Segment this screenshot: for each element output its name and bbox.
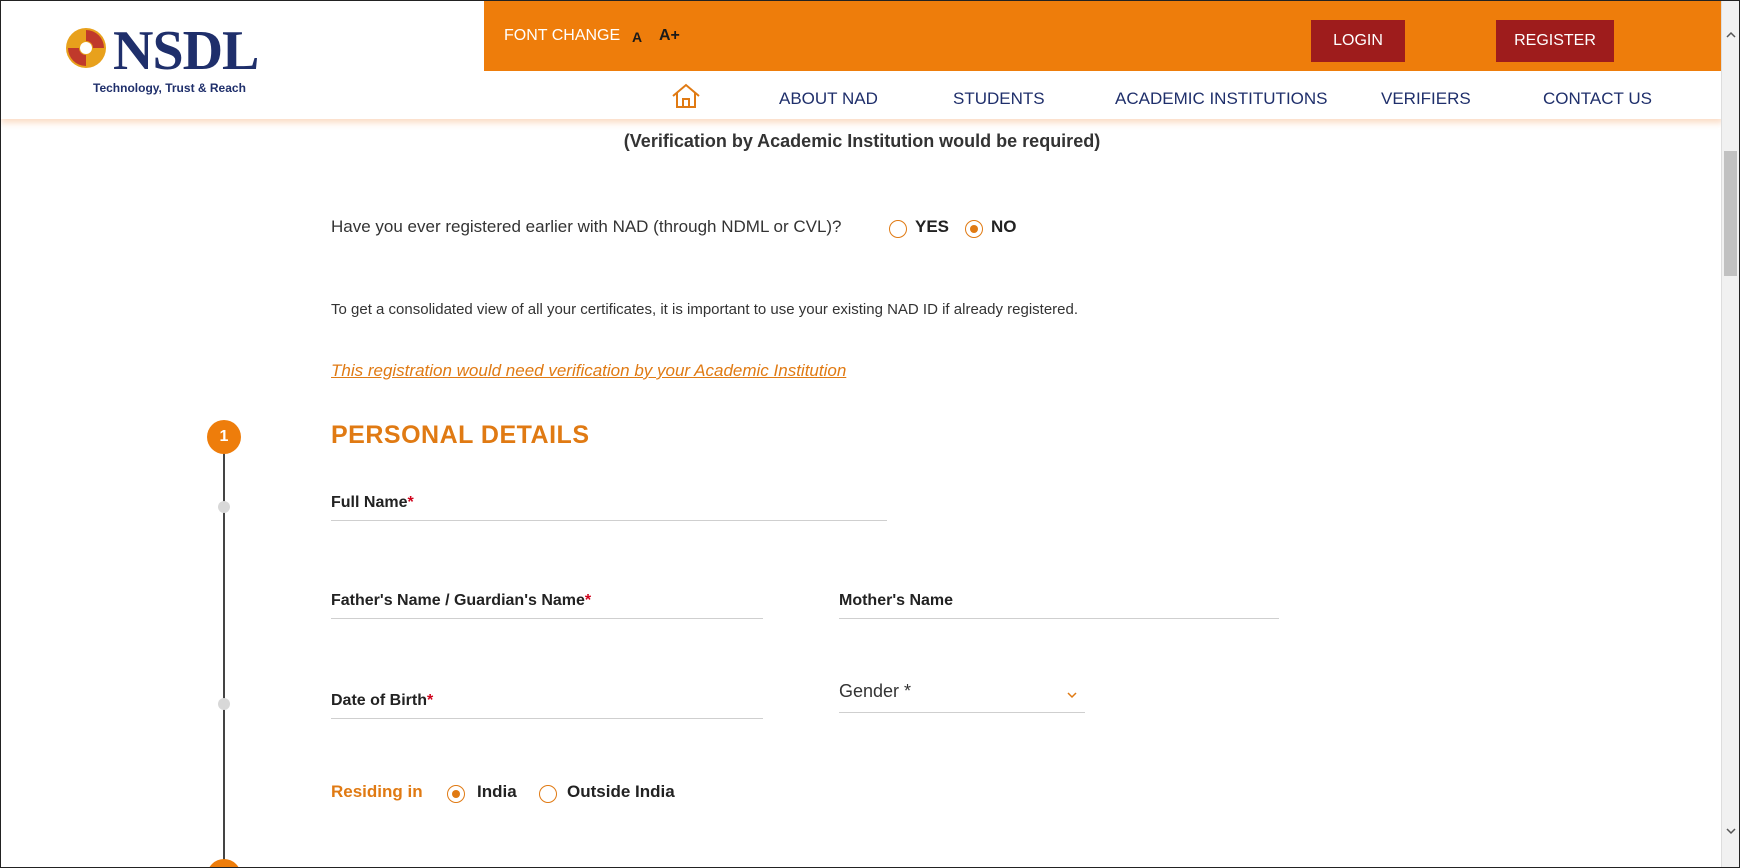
top-bar: FONT CHANGE A A+ LOGIN REGISTER	[484, 1, 1723, 71]
scroll-down-icon[interactable]	[1725, 825, 1737, 837]
registered-yes-label[interactable]: YES	[915, 217, 949, 237]
site-header: NSDL Technology, Trust & Reach FONT CHAN…	[1, 1, 1723, 119]
gender-select-label: Gender *	[839, 681, 912, 701]
scroll-up-icon[interactable]	[1725, 29, 1737, 41]
verification-note: (Verification by Academic Institution wo…	[623, 131, 1101, 151]
registered-no-radio[interactable]	[965, 220, 983, 238]
page-frame: NSDL Technology, Trust & Reach FONT CHAN…	[0, 0, 1740, 868]
residing-outside-india-label[interactable]: Outside India	[567, 782, 675, 802]
nav-verifiers[interactable]: VERIFIERS	[1381, 89, 1471, 109]
mother-name-label: Mother's Name	[839, 592, 954, 609]
residing-in-label: Residing in	[331, 782, 423, 801]
nav-students[interactable]: STUDENTS	[953, 89, 1045, 109]
main-nav: ABOUT NAD STUDENTS ACADEMIC INSTITUTIONS…	[1, 71, 1723, 119]
consolidated-view-info: To get a consolidated view of all your c…	[331, 301, 1079, 318]
registered-no-label[interactable]: NO	[991, 217, 1017, 237]
residing-india-label[interactable]: India	[477, 782, 517, 802]
step-1-badge: 1	[207, 420, 241, 454]
father-name-field[interactable]: Father's Name / Guardian's Name*	[331, 585, 763, 619]
personal-details-title: PERSONAL DETAILS	[331, 421, 590, 449]
nav-about-nad[interactable]: ABOUT NAD	[779, 89, 878, 109]
registered-question: Have you ever registered earlier with NA…	[331, 217, 842, 236]
step-2-badge	[207, 859, 241, 867]
register-button[interactable]: REGISTER	[1496, 20, 1614, 62]
residing-india-radio[interactable]	[447, 785, 465, 803]
scrollbar-thumb[interactable]	[1724, 151, 1737, 276]
nav-academic-institutions[interactable]: ACADEMIC INSTITUTIONS	[1115, 89, 1328, 109]
step-connector-line	[223, 451, 225, 867]
gender-select[interactable]: Gender *	[839, 675, 1085, 713]
font-change-label: FONT CHANGE	[504, 27, 621, 44]
step-dot	[218, 501, 230, 513]
home-icon[interactable]	[671, 83, 701, 109]
residing-outside-india-radio[interactable]	[539, 785, 557, 803]
nsdl-logo-icon	[66, 28, 106, 68]
full-name-label: Full Name*	[331, 494, 414, 511]
dob-field[interactable]: Date of Birth*	[331, 685, 763, 719]
full-name-field[interactable]: Full Name*	[331, 487, 887, 521]
nav-contact-us[interactable]: CONTACT US	[1543, 89, 1652, 109]
registered-yes-radio[interactable]	[889, 220, 907, 238]
font-normal-button[interactable]: A	[632, 29, 642, 45]
step-dot	[218, 698, 230, 710]
chevron-down-icon	[1067, 692, 1077, 699]
font-larger-button[interactable]: A+	[659, 27, 680, 45]
dob-label: Date of Birth*	[331, 692, 434, 709]
vertical-scrollbar[interactable]	[1721, 1, 1739, 867]
verification-warning-link[interactable]: This registration would need verificatio…	[331, 361, 846, 381]
mother-name-field[interactable]: Mother's Name	[839, 585, 1279, 619]
father-name-label: Father's Name / Guardian's Name*	[331, 592, 592, 609]
login-button[interactable]: LOGIN	[1311, 20, 1405, 62]
